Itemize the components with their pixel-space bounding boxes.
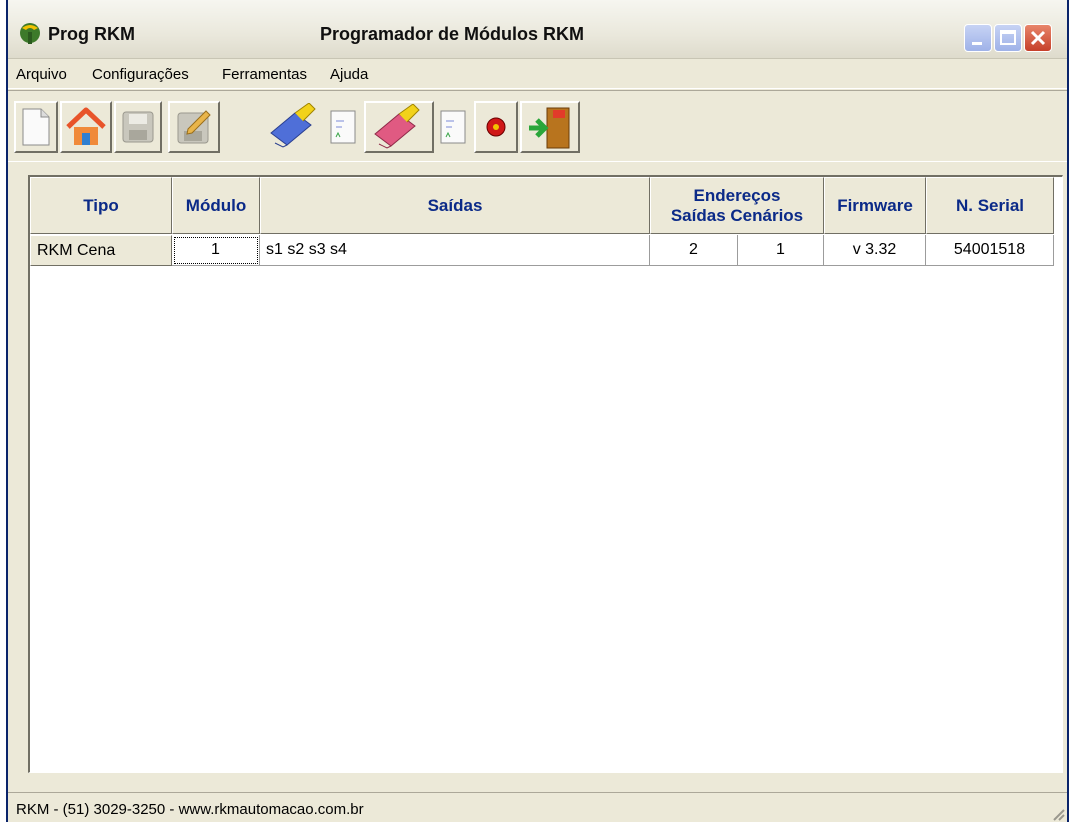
header-enderecos-sub: Saídas Cenários bbox=[671, 206, 803, 226]
app-window: Prog RKM Programador de Módulos RKM Arqu… bbox=[6, 0, 1069, 822]
header-end-cenarios: Cenários bbox=[730, 205, 804, 225]
menu-arquivo[interactable]: Arquivo bbox=[16, 66, 67, 83]
menu-configuracoes[interactable]: Configurações bbox=[92, 66, 189, 83]
program-module-pink-icon bbox=[374, 104, 420, 149]
save-button[interactable] bbox=[114, 101, 162, 153]
cell-modulo[interactable]: 1 bbox=[172, 235, 260, 266]
toolbar bbox=[8, 90, 1067, 162]
header-firmware[interactable]: Firmware bbox=[824, 177, 926, 234]
minimize-button[interactable] bbox=[964, 24, 992, 52]
close-icon bbox=[1030, 30, 1046, 46]
modules-grid[interactable]: Tipo Módulo Saídas Endereços Saídas Cená… bbox=[28, 175, 1063, 773]
new-button[interactable] bbox=[14, 101, 58, 153]
header-enderecos[interactable]: Endereços Saídas Cenários bbox=[650, 177, 824, 234]
cell-end-cenarios[interactable]: 1 bbox=[738, 235, 824, 266]
title-bar[interactable]: Prog RKM Programador de Módulos RKM bbox=[8, 0, 1067, 59]
preview-pink-button[interactable] bbox=[434, 101, 472, 153]
program-module-blue-icon bbox=[270, 103, 316, 148]
header-modulo[interactable]: Módulo bbox=[172, 177, 260, 234]
app-logo-icon bbox=[20, 23, 40, 44]
program-blue-button[interactable] bbox=[264, 101, 324, 153]
program-pink-button[interactable] bbox=[364, 101, 434, 153]
cell-serial[interactable]: 54001518 bbox=[926, 235, 1054, 266]
header-enderecos-label: Endereços bbox=[693, 185, 781, 205]
save-edit-icon bbox=[177, 110, 211, 144]
resize-grip-icon[interactable] bbox=[1049, 805, 1065, 821]
menu-bar: Arquivo Configurações Ferramentas Ajuda bbox=[8, 58, 1067, 89]
stop-button[interactable] bbox=[474, 101, 518, 153]
document-preview-icon bbox=[440, 110, 466, 144]
window-title: Programador de Módulos RKM bbox=[320, 24, 585, 44]
cell-saidas[interactable]: s1 s2 s3 s4 bbox=[260, 235, 650, 266]
maximize-button[interactable] bbox=[994, 24, 1022, 52]
cell-firmware[interactable]: v 3.32 bbox=[824, 235, 926, 266]
close-button[interactable] bbox=[1024, 24, 1052, 52]
save-as-button[interactable] bbox=[168, 101, 220, 153]
status-bar: RKM - (51) 3029-3250 - www.rkmautomacao.… bbox=[8, 792, 1067, 822]
header-saidas[interactable]: Saídas bbox=[260, 177, 650, 234]
menu-ajuda[interactable]: Ajuda bbox=[330, 66, 368, 83]
app-name: Prog RKM bbox=[48, 24, 135, 44]
header-tipo[interactable]: Tipo bbox=[30, 177, 172, 234]
save-disk-icon bbox=[122, 111, 154, 143]
maximize-icon bbox=[1000, 30, 1016, 45]
header-serial[interactable]: N. Serial bbox=[926, 177, 1054, 234]
home-button[interactable] bbox=[60, 101, 112, 153]
exit-button[interactable] bbox=[520, 101, 580, 153]
status-text: RKM - (51) 3029-3250 - www.rkmautomacao.… bbox=[16, 801, 364, 818]
header-end-saidas: Saídas bbox=[670, 205, 726, 225]
cell-tipo[interactable]: RKM Cena bbox=[30, 235, 172, 266]
minimize-icon bbox=[972, 42, 982, 45]
cell-end-saidas[interactable]: 2 bbox=[650, 235, 738, 266]
exit-door-icon bbox=[529, 107, 570, 149]
document-preview-icon bbox=[330, 110, 356, 144]
preview-blue-button[interactable] bbox=[324, 101, 362, 153]
stop-red-icon bbox=[486, 117, 506, 137]
menu-ferramentas[interactable]: Ferramentas bbox=[222, 66, 307, 83]
home-icon bbox=[66, 107, 106, 145]
new-document-icon bbox=[22, 108, 50, 146]
